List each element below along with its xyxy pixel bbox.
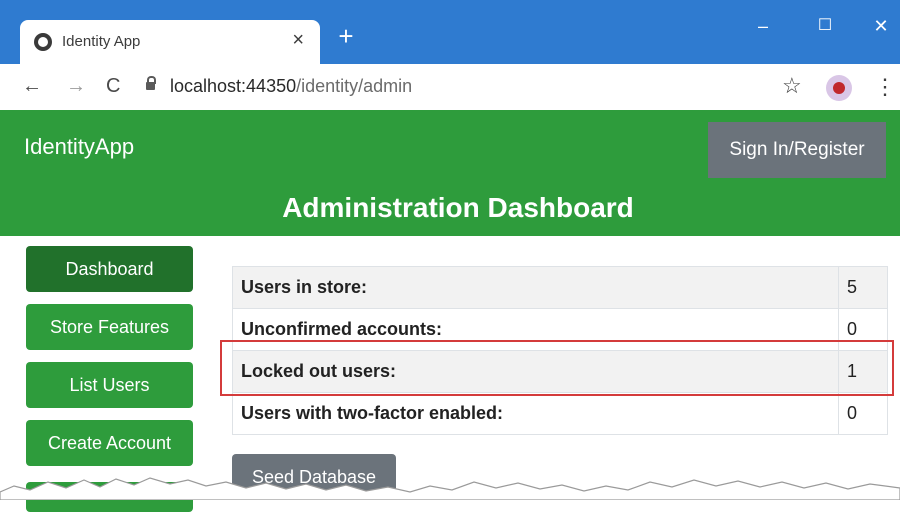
sign-in-register-button[interactable]: Sign In/Register [708, 122, 886, 178]
window-close-icon[interactable]: ✕ [866, 14, 896, 38]
address-bar: ← → C localhost:44350/identity/admin ☆ ⋮ [0, 64, 900, 111]
table-row: Users in store: 5 [232, 266, 888, 309]
minimize-icon[interactable]: – [748, 14, 778, 38]
stat-value: 0 [838, 392, 888, 435]
bookmark-star-icon[interactable]: ☆ [782, 73, 802, 99]
close-tab-icon[interactable]: × [292, 29, 304, 52]
browser-menu-icon[interactable]: ⋮ [874, 74, 896, 100]
torn-edge-decoration [0, 477, 900, 500]
lock-icon[interactable] [146, 76, 156, 90]
back-icon[interactable]: ← [22, 75, 42, 98]
url-field[interactable]: localhost:44350/identity/admin [170, 76, 412, 97]
maximize-icon[interactable]: ☐ [810, 14, 840, 38]
table-row: Users with two-factor enabled: 0 [232, 392, 888, 435]
page-title: Administration Dashboard [282, 192, 634, 223]
url-path: /identity/admin [296, 76, 413, 96]
stat-label: Users in store: [232, 266, 839, 309]
reload-icon[interactable]: C [106, 75, 120, 98]
globe-icon [34, 33, 52, 51]
sidebar-item-store-features[interactable]: Store Features [26, 304, 193, 350]
brand-name[interactable]: IdentityApp [24, 134, 134, 160]
profile-avatar-icon[interactable] [826, 75, 852, 101]
browser-tab[interactable]: Identity App × [20, 20, 320, 64]
tab-title: Identity App [62, 33, 141, 50]
browser-titlebar: Identity App × + – ☐ ✕ [0, 0, 900, 64]
stat-value: 5 [838, 266, 888, 309]
highlight-box [220, 340, 894, 396]
new-tab-icon[interactable]: + [334, 23, 358, 49]
forward-icon[interactable]: → [66, 75, 86, 98]
page-header: IdentityApp Sign In/Register Administrat… [0, 110, 900, 236]
stat-label: Users with two-factor enabled: [232, 392, 839, 435]
sidebar-item-list-users[interactable]: List Users [26, 362, 193, 408]
url-host: localhost:44350 [170, 76, 297, 96]
sidebar-item-dashboard[interactable]: Dashboard [26, 246, 193, 292]
